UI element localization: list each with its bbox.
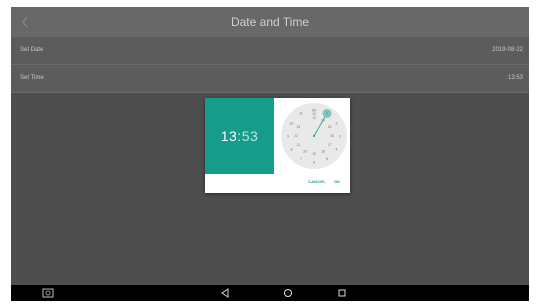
time-display: 13 : 53 xyxy=(205,98,274,174)
nav-back-button[interactable] xyxy=(217,285,233,301)
time-picker-dialog: 13 : 53 00 1 2 3 4 5 6 7 8 9 10 11 13 14 15 16 17 18 19 20… xyxy=(205,98,350,193)
back-triangle-icon xyxy=(221,288,229,298)
set-date-label: Set Date xyxy=(20,47,44,53)
clock-number[interactable]: 5 xyxy=(326,157,328,161)
set-date-row[interactable]: Set Date 2019-08-22 xyxy=(11,37,529,65)
clock-number[interactable]: 18 xyxy=(321,150,325,154)
minute-display[interactable]: 53 xyxy=(242,128,259,144)
clock-number[interactable]: 20 xyxy=(303,150,307,154)
clock-number[interactable]: 8 xyxy=(290,147,292,151)
clock-number[interactable]: 16 xyxy=(330,134,334,138)
screenshot-button[interactable] xyxy=(40,285,56,301)
nav-home-button[interactable] xyxy=(280,285,296,301)
clock-number[interactable]: 14 xyxy=(321,119,325,123)
clock-number[interactable]: 21 xyxy=(297,143,301,147)
clock-number[interactable]: 19 xyxy=(312,152,316,156)
nav-recents-button[interactable] xyxy=(334,285,350,301)
clock-number[interactable]: 12 xyxy=(312,112,316,116)
set-time-value: 13:53 xyxy=(507,75,523,81)
title-bar: Date and Time xyxy=(11,7,529,37)
clock-number[interactable]: 1 xyxy=(326,112,328,116)
clock-center-dot xyxy=(313,135,315,137)
cancel-button[interactable]: CANCEL xyxy=(308,179,326,184)
clock-number[interactable]: 6 xyxy=(313,160,315,164)
clock-number[interactable]: 15 xyxy=(328,125,332,129)
recents-square-icon xyxy=(338,289,346,297)
set-date-value: 2019-08-22 xyxy=(492,47,523,53)
dialog-actions: CANCEL OK xyxy=(205,174,350,193)
clock-number[interactable]: 22 xyxy=(294,134,298,138)
clock-number[interactable]: 9 xyxy=(287,134,289,138)
clock-number[interactable]: 4 xyxy=(336,147,338,151)
clock-number[interactable]: 13 xyxy=(312,116,316,120)
system-navigation-bar xyxy=(11,285,529,301)
clock-area: 00 1 2 3 4 5 6 7 8 9 10 11 13 14 15 16 17 18 19 20 21 22 23 12 xyxy=(274,98,350,174)
clock-number[interactable]: 11 xyxy=(299,112,303,116)
hour-display[interactable]: 13 xyxy=(221,128,238,144)
page-title: Date and Time xyxy=(230,15,310,29)
clock-number[interactable]: 23 xyxy=(297,125,301,129)
clock-number[interactable]: 10 xyxy=(289,121,293,125)
clock-number[interactable]: 3 xyxy=(339,134,341,138)
clock-number[interactable]: 17 xyxy=(328,143,332,147)
clock-number[interactable]: 7 xyxy=(300,157,302,161)
set-time-row[interactable]: Set Time 13:53 xyxy=(11,65,529,93)
clock-face[interactable]: 001234567891011 131415161718192021222312 xyxy=(280,102,348,170)
screenshot-icon xyxy=(42,288,54,298)
clock-number[interactable]: 2 xyxy=(336,121,338,125)
ok-button[interactable]: OK xyxy=(334,179,340,184)
home-circle-icon xyxy=(284,289,292,297)
set-time-label: Set Time xyxy=(20,75,44,81)
